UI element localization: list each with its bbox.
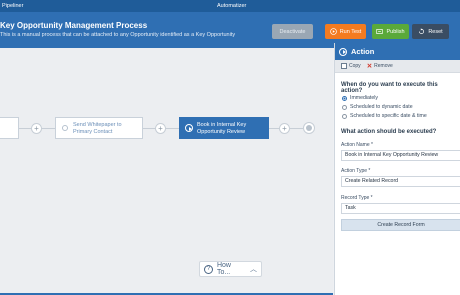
action-toolbar: Copy ✕ Remove [335, 60, 460, 73]
page-subtitle: This is a manual process that can be att… [0, 32, 236, 38]
flow-node-label: Send Whitepaper to Primary Contact [73, 122, 122, 135]
page-title: Key Opportunity Management Process [0, 21, 148, 30]
close-icon: ✕ [366, 63, 373, 70]
copy-label: Copy [349, 63, 361, 69]
copy-button[interactable]: Copy [341, 63, 361, 69]
publish-button[interactable]: Publish [372, 24, 409, 39]
publish-icon [376, 29, 384, 34]
action-panel: Action Copy ✕ Remove When do you want to… [334, 43, 460, 295]
top-bar: Pipeliner Automatizer [0, 0, 460, 12]
action-name-input[interactable]: Book in Internal Key Opportunity Review [341, 150, 460, 161]
chevron-up-icon: ︿ [250, 266, 257, 273]
radio-immediately[interactable]: Immediately [342, 95, 378, 101]
run-test-label: Run Test [339, 28, 362, 35]
deactivate-button[interactable]: Deactivate [272, 24, 313, 39]
radio-selected-icon [342, 95, 347, 101]
record-type-select[interactable]: Task [341, 203, 460, 214]
flow-node-book-review[interactable]: Book in Internal Key Opportunity Review [179, 117, 269, 139]
flow-end-icon [303, 122, 315, 134]
radio-label: Immediately [350, 95, 378, 101]
how-to-label: How To... [216, 262, 231, 276]
flow-node-send-whitepaper[interactable]: Send Whitepaper to Primary Contact [55, 117, 143, 139]
action-icon [339, 47, 347, 56]
question-icon: ? [204, 264, 213, 274]
how-to-button[interactable]: ? How To... ︿ [199, 261, 262, 277]
flow-canvas[interactable]: + Send Whitepaper to Primary Contact + B… [0, 48, 333, 295]
radio-dynamic-date[interactable]: Scheduled to dynamic date [342, 104, 413, 110]
radio-specific-date[interactable]: Scheduled to specific date & time [342, 113, 427, 119]
publish-label: Publish [386, 28, 405, 35]
app-center-title: Automatizer [217, 3, 247, 9]
radio-icon [342, 113, 347, 119]
reset-button[interactable]: Reset [412, 24, 449, 39]
reset-label: Reset [428, 28, 443, 35]
flow-node-label: Book in Internal Key Opportunity Review [197, 122, 247, 135]
action-name-label: Action Name * [341, 142, 373, 148]
remove-button[interactable]: ✕ Remove [367, 62, 393, 70]
radio-label: Scheduled to dynamic date [350, 104, 413, 110]
when-question: When do you want to execute this action? [341, 82, 438, 94]
deactivate-label: Deactivate [279, 28, 306, 35]
play-icon [329, 28, 337, 35]
add-step-button[interactable]: + [31, 123, 42, 134]
action-type-label: Action Type * [341, 168, 371, 174]
action-type-select[interactable]: Create Related Record [341, 176, 460, 187]
action-panel-header: Action [335, 43, 460, 60]
app-brand: Pipeliner [2, 3, 24, 9]
action-panel-title: Action [351, 47, 375, 56]
add-step-button[interactable]: + [279, 123, 290, 134]
run-test-button[interactable]: Run Test [325, 24, 366, 39]
create-record-form-button[interactable]: Create Record Form [341, 219, 460, 231]
flow-node-previous[interactable] [0, 117, 19, 139]
email-icon [62, 125, 68, 131]
reset-icon [419, 28, 425, 34]
add-step-button[interactable]: + [155, 123, 166, 134]
copy-icon [341, 63, 347, 69]
radio-icon [342, 104, 347, 110]
action-icon [185, 124, 193, 132]
radio-label: Scheduled to specific date & time [350, 113, 427, 119]
what-question: What action should be executed? [341, 129, 437, 135]
remove-label: Remove [374, 63, 393, 69]
record-type-label: Record Type * [341, 195, 373, 201]
